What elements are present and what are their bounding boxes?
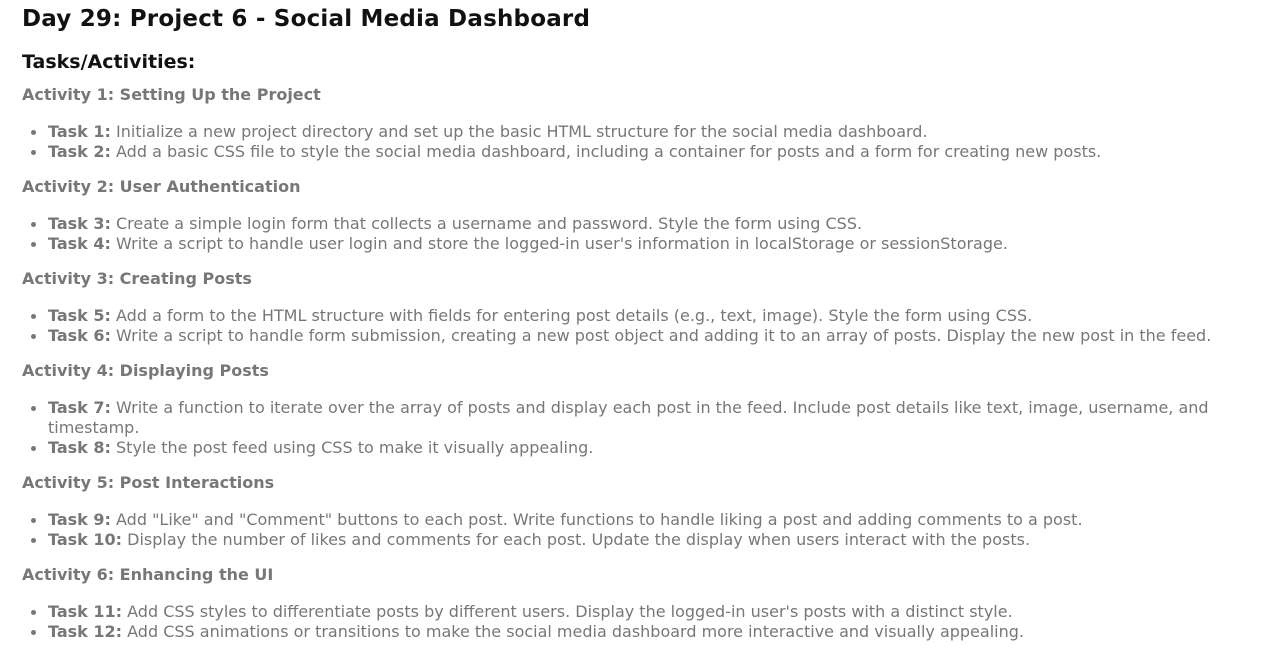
activity-heading: Activity 5: Post Interactions [22, 473, 275, 492]
bullet-icon [31, 222, 36, 227]
list-item: Task 5: Add a form to the HTML structure… [22, 306, 1252, 326]
task-text: Style the post feed using CSS to make it… [110, 438, 594, 457]
task-label: Task 10: [48, 530, 123, 549]
list-item: Task 1: Initialize a new project directo… [22, 122, 1252, 142]
list-item: Task 8: Style the post feed using CSS to… [22, 438, 1252, 458]
task-label: Task 4: [48, 234, 111, 253]
task-label: Task 12: [48, 622, 123, 641]
bullet-icon [31, 538, 36, 543]
task-label: Task 6: [48, 326, 111, 345]
bullet-icon [31, 334, 36, 339]
task-text: Add "Like" and "Comment" buttons to each… [110, 510, 1083, 529]
section-subtitle: Tasks/Activities: [22, 51, 196, 73]
bullet-icon [31, 630, 36, 635]
list-item: Task 9: Add "Like" and "Comment" buttons… [22, 510, 1252, 530]
bullet-icon [31, 518, 36, 523]
task-label: Task 7: [48, 398, 111, 417]
task-list: Task 1: Initialize a new project directo… [22, 122, 1252, 162]
activity-section: Activity 6: Enhancing the UI Task 11: Ad… [22, 565, 1252, 642]
list-item: Task 2: Add a basic CSS file to style th… [22, 142, 1252, 162]
task-label: Task 3: [48, 214, 111, 233]
activity-heading: Activity 2: User Authentication [22, 177, 301, 196]
activity-heading: Activity 6: Enhancing the UI [22, 565, 274, 584]
list-item: Task 6: Write a script to handle form su… [22, 326, 1252, 346]
list-item: Task 7: Write a function to iterate over… [22, 398, 1252, 438]
task-text: Display the number of likes and comments… [122, 530, 1031, 549]
activity-heading: Activity 1: Setting Up the Project [22, 85, 321, 104]
activity-section: Activity 3: Creating Posts Task 5: Add a… [22, 269, 1252, 346]
list-item: Task 3: Create a simple login form that … [22, 214, 1252, 234]
task-text: Create a simple login form that collects… [110, 214, 863, 233]
task-list: Task 7: Write a function to iterate over… [22, 398, 1252, 458]
task-label: Task 5: [48, 306, 111, 325]
activity-heading: Activity 4: Displaying Posts [22, 361, 269, 380]
bullet-icon [31, 406, 36, 411]
task-list: Task 3: Create a simple login form that … [22, 214, 1252, 254]
list-item: Task 10: Display the number of likes and… [22, 530, 1252, 550]
activity-sections: Activity 1: Setting Up the Project Task … [22, 85, 1252, 657]
task-label: Task 2: [48, 142, 111, 161]
task-list: Task 9: Add "Like" and "Comment" buttons… [22, 510, 1252, 550]
page-title: Day 29: Project 6 - Social Media Dashboa… [22, 6, 591, 32]
task-list: Task 5: Add a form to the HTML structure… [22, 306, 1252, 346]
task-text: Write a script to handle user login and … [110, 234, 1008, 253]
task-text: Add a basic CSS file to style the social… [110, 142, 1102, 161]
list-item: Task 11: Add CSS styles to differentiate… [22, 602, 1252, 622]
task-label: Task 9: [48, 510, 111, 529]
task-text: Initialize a new project directory and s… [110, 122, 928, 141]
task-label: Task 8: [48, 438, 111, 457]
bullet-icon [31, 242, 36, 247]
activity-section: Activity 5: Post Interactions Task 9: Ad… [22, 473, 1252, 550]
activity-section: Activity 2: User Authentication Task 3: … [22, 177, 1252, 254]
task-list: Task 11: Add CSS styles to differentiate… [22, 602, 1252, 642]
bullet-icon [31, 610, 36, 615]
activity-section: Activity 4: Displaying Posts Task 7: Wri… [22, 361, 1252, 458]
bullet-icon [31, 130, 36, 135]
task-text: Add CSS styles to differentiate posts by… [122, 602, 1013, 621]
list-item: Task 12: Add CSS animations or transitio… [22, 622, 1252, 642]
activity-section: Activity 1: Setting Up the Project Task … [22, 85, 1252, 162]
bullet-icon [31, 446, 36, 451]
task-label: Task 1: [48, 122, 111, 141]
bullet-icon [31, 314, 36, 319]
task-text: Write a function to iterate over the arr… [48, 398, 1209, 437]
activity-heading: Activity 3: Creating Posts [22, 269, 252, 288]
task-text: Write a script to handle form submission… [110, 326, 1212, 345]
task-label: Task 11: [48, 602, 123, 621]
bullet-icon [31, 150, 36, 155]
task-text: Add a form to the HTML structure with fi… [110, 306, 1033, 325]
task-text: Add CSS animations or transitions to mak… [122, 622, 1024, 641]
list-item: Task 4: Write a script to handle user lo… [22, 234, 1252, 254]
